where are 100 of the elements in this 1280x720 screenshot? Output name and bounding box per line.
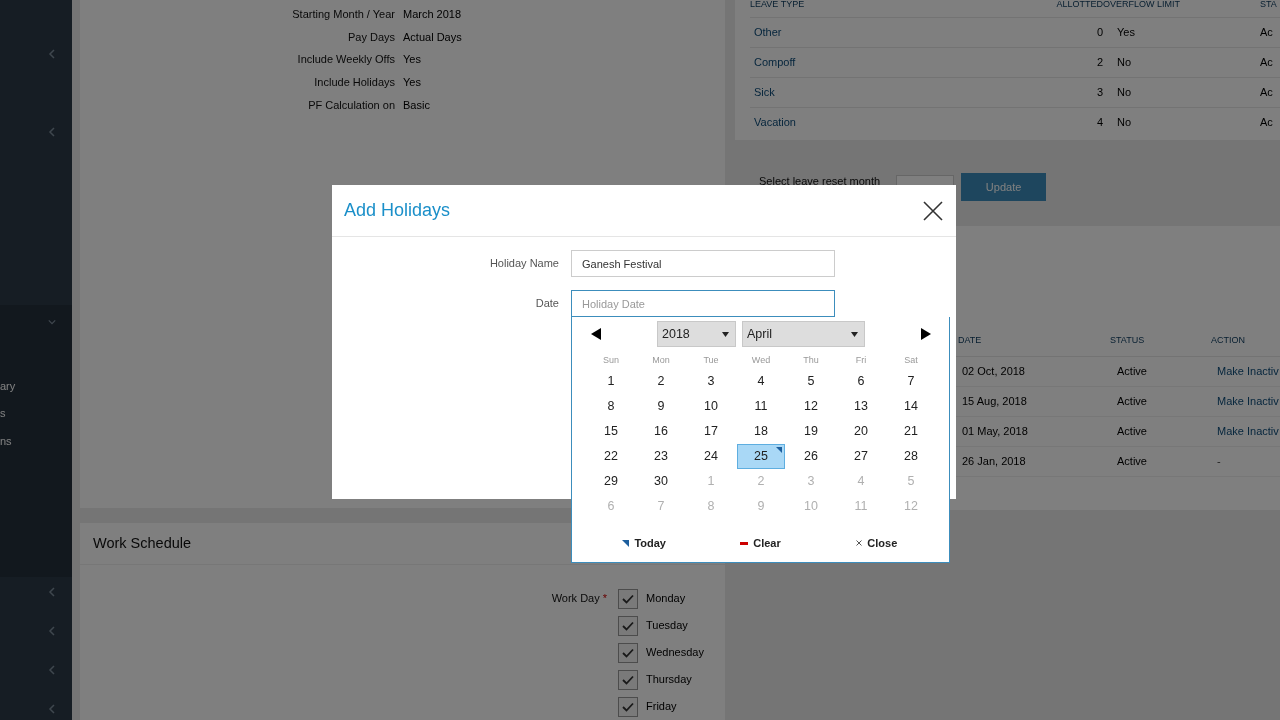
day-cell[interactable]: 4: [737, 369, 785, 394]
sidebar-item[interactable]: ary: [0, 379, 72, 393]
weekday-label: Tue: [703, 354, 719, 368]
month-select[interactable]: April: [742, 321, 865, 347]
leave-type-link[interactable]: Vacation: [754, 114, 796, 131]
checkbox[interactable]: [618, 696, 638, 717]
weekday-label: Sat: [904, 354, 918, 368]
leave-type-link[interactable]: Other: [754, 24, 782, 41]
day-cell[interactable]: 2: [637, 369, 685, 394]
day-cell[interactable]: 17: [687, 419, 735, 444]
day-cell[interactable]: 10: [687, 394, 735, 419]
day-cell[interactable]: 28: [887, 444, 935, 469]
day-cell[interactable]: 30: [637, 469, 685, 494]
field-value: Yes: [403, 75, 421, 91]
checkbox-label: Monday: [646, 591, 686, 607]
year-select[interactable]: 2018: [657, 321, 736, 347]
input-field[interactable]: Holiday Date: [571, 290, 835, 317]
day-cell[interactable]: 27: [837, 444, 885, 469]
day-cell[interactable]: 5: [787, 369, 835, 394]
checkbox-label: Friday: [646, 699, 677, 715]
weekday-label: Thu: [803, 354, 819, 368]
day-cell[interactable]: 8: [587, 394, 635, 419]
table-cell-text: Active: [1117, 424, 1147, 440]
day-cell[interactable]: 26: [787, 444, 835, 469]
checkbox[interactable]: [618, 642, 638, 663]
today-button[interactable]: Today: [586, 531, 703, 555]
triangle-icon: [622, 539, 630, 547]
section-title: Work Schedule: [93, 533, 192, 553]
day-cell[interactable]: 29: [587, 469, 635, 494]
day-cell[interactable]: 9: [637, 394, 685, 419]
column-header: DATE: [958, 333, 982, 347]
checkbox[interactable]: [618, 669, 638, 690]
field-label: Pay Days: [346, 29, 395, 45]
checkbox-label: Wednesday: [646, 645, 704, 661]
day-cell[interactable]: 14: [887, 394, 935, 419]
checkmark-icon: [622, 674, 634, 685]
field-label: Holiday Name: [488, 256, 559, 272]
dialog-title: Add Holidays: [344, 199, 451, 222]
sidebar-item[interactable]: ns: [0, 434, 72, 448]
table-cell-text: 0: [1096, 25, 1103, 41]
chevron-left-icon: [48, 626, 56, 636]
day-cell[interactable]: 21: [887, 419, 935, 444]
day-cell[interactable]: 18: [737, 419, 785, 444]
weekday-label: Mon: [652, 354, 670, 368]
day-cell[interactable]: 7: [887, 369, 935, 394]
table-cell-text: Yes: [1117, 25, 1135, 41]
leave-type-link[interactable]: Sick: [754, 84, 775, 101]
input-field[interactable]: Ganesh Festival: [571, 250, 835, 277]
chevron-left-icon: [48, 704, 56, 714]
clear-button[interactable]: Clear: [702, 531, 819, 555]
checkbox[interactable]: [618, 615, 638, 636]
sidebar-item[interactable]: s: [0, 406, 72, 420]
field-label: Select leave reset month: [759, 173, 881, 189]
table-cell-text: -: [1217, 454, 1221, 470]
day-cell[interactable]: 23: [637, 444, 685, 469]
day-cell[interactable]: 11: [737, 394, 785, 419]
day-cell[interactable]: 15: [587, 419, 635, 444]
table-cell-text: Ac: [1260, 85, 1273, 101]
previous-month-button[interactable]: [590, 327, 602, 341]
day-cell[interactable]: 20: [837, 419, 885, 444]
table-cell-text: Active: [1117, 364, 1147, 380]
day-cell[interactable]: 3: [687, 369, 735, 394]
day-cell[interactable]: 6: [837, 369, 885, 394]
close-button[interactable]: [922, 199, 944, 222]
field-label: Include Holidays: [313, 75, 395, 91]
checkmark-icon: [622, 647, 634, 658]
checkbox-label: Tuesday: [646, 618, 688, 634]
table-cell-text: No: [1117, 115, 1132, 131]
field-label: Include Weekly Offs: [296, 52, 395, 68]
chevron-left-icon: [48, 127, 56, 137]
checkmark-icon: [622, 620, 634, 631]
column-header: ALLOTTED: [1056, 0, 1103, 9]
checkmark-icon: [622, 701, 634, 712]
checkmark-icon: [622, 593, 634, 604]
day-cell[interactable]: 12: [787, 394, 835, 419]
next-month-button[interactable]: [920, 327, 932, 341]
checkbox[interactable]: [618, 588, 638, 609]
day-cell[interactable]: 19: [787, 419, 835, 444]
field-label: Work Day: [551, 592, 600, 605]
table-cell-text: Active: [1117, 454, 1147, 470]
leave-type-link[interactable]: Compoff: [754, 54, 796, 71]
close-button[interactable]: Close: [818, 531, 935, 555]
table-cell-text: 4: [1096, 115, 1103, 131]
day-cell[interactable]: 24: [687, 444, 735, 469]
field-label: Date: [534, 296, 559, 312]
day-cell[interactable]: 16: [637, 419, 685, 444]
field-value: March 2018: [403, 7, 462, 23]
dash-icon: [740, 541, 749, 545]
day-cell[interactable]: 22: [587, 444, 635, 469]
table-cell-text: Active: [1117, 394, 1147, 410]
day-cell[interactable]: 13: [837, 394, 885, 419]
required-mark: *: [602, 592, 607, 605]
day-cell[interactable]: 25: [737, 444, 785, 469]
day-cell[interactable]: 1: [587, 369, 635, 394]
column-header: OVERFLOW LIMIT: [1103, 0, 1180, 9]
field-label: Starting Month / Year: [291, 7, 395, 23]
column-header: STA: [1260, 0, 1277, 9]
table-cell-text: 3: [1096, 85, 1103, 101]
table-cell-text: Ac: [1260, 25, 1273, 41]
field-label: PF Calculation on: [307, 97, 395, 113]
